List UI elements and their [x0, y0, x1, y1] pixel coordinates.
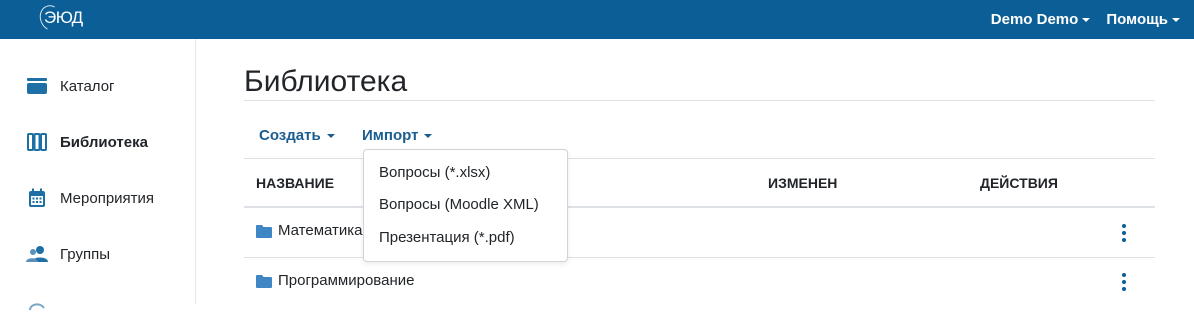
- sidebar-item-more[interactable]: [26, 294, 48, 314]
- top-nav: Demo Demo Помощь: [991, 0, 1180, 39]
- import-button[interactable]: Импорт: [362, 127, 433, 144]
- column-header-modified[interactable]: ИЗМЕНЕН: [768, 175, 837, 191]
- column-header-actions: ДЕЙСТВИЯ: [980, 175, 1058, 191]
- sidebar-item-label: Группы: [60, 245, 110, 263]
- library-icon: [26, 132, 48, 152]
- folder-icon: [256, 274, 272, 288]
- sidebar-item-events[interactable]: Мероприятия: [26, 188, 154, 208]
- sidebar-item-catalog[interactable]: Каталог: [26, 76, 115, 96]
- row-actions-button[interactable]: [1116, 272, 1132, 292]
- top-bar: ЭЮД Demo Demo Помощь: [0, 0, 1194, 39]
- row-name[interactable]: Программирование: [278, 272, 414, 289]
- caret-down-icon: [1082, 17, 1091, 22]
- user-menu-label: Demo Demo: [990, 11, 1079, 28]
- partial-icon: [26, 294, 48, 314]
- sidebar-item-label: Библиотека: [60, 133, 148, 151]
- folder-icon: [256, 224, 272, 238]
- sidebar-item-label: Мероприятия: [60, 189, 155, 207]
- calendar-icon: [26, 188, 48, 208]
- sidebar-item-label: Каталог: [60, 77, 115, 95]
- caret-down-icon: [1172, 17, 1180, 22]
- help-menu[interactable]: Помощь: [1106, 11, 1180, 28]
- table-row[interactable]: Программирование: [256, 272, 414, 289]
- sidebar-item-groups[interactable]: Группы: [26, 244, 110, 264]
- row-actions-button[interactable]: [1116, 223, 1132, 243]
- import-button-label: Импорт: [362, 127, 419, 144]
- create-button-label: Создать: [259, 127, 321, 144]
- sidebar: Каталог Библиотека Мероприятия Группы: [0, 39, 196, 310]
- import-dropdown-menu: Вопросы (*.xlsx) Вопросы (Moodle XML) Пр…: [363, 149, 568, 262]
- user-menu[interactable]: Demo Demo: [991, 11, 1091, 28]
- users-icon: [26, 244, 48, 264]
- table-row[interactable]: Математика: [256, 222, 363, 239]
- column-header-name[interactable]: НАЗВАНИЕ: [256, 175, 334, 191]
- sidebar-item-library[interactable]: Библиотека: [26, 132, 148, 152]
- row-name[interactable]: Математика: [278, 222, 363, 239]
- caret-down-icon: [326, 133, 335, 138]
- caret-down-icon: [424, 133, 433, 138]
- create-button[interactable]: Создать: [259, 127, 335, 144]
- menu-item-import-moodle-xml[interactable]: Вопросы (Moodle XML): [379, 196, 539, 213]
- menu-item-import-xlsx[interactable]: Вопросы (*.xlsx): [379, 164, 490, 181]
- menu-item-import-pdf[interactable]: Презентация (*.pdf): [379, 229, 515, 246]
- help-menu-label: Помощь: [1106, 11, 1168, 28]
- app-logo[interactable]: ЭЮД: [44, 8, 83, 28]
- page-title: Библиотека: [244, 65, 408, 98]
- divider: [244, 100, 1155, 101]
- catalog-icon: [26, 76, 48, 96]
